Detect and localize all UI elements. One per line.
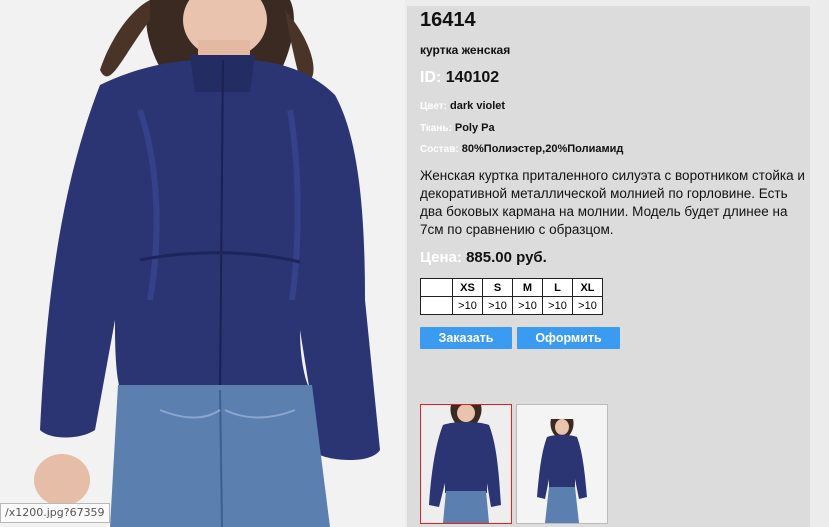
checkout-button[interactable]: Оформить [517,327,620,349]
size-header: XS [452,278,483,297]
composition-attribute: Состав: 80%Полиэстер,20%Полиамид [420,143,623,155]
thumbnail-image [517,405,607,523]
composition-value: 80%Полиэстер,20%Полиамид [461,143,624,155]
color-label: Цвет: [420,101,447,112]
product-name: куртка женская [420,43,511,57]
size-stock-cell: >10 [512,296,543,315]
fabric-label: Ткань: [420,123,452,134]
size-header: M [512,278,543,297]
product-code: 16414 [420,9,476,31]
composition-label: Состав: [420,144,459,155]
thumbnail-2[interactable] [516,404,608,524]
fabric-value: Poly Pa [454,122,495,134]
size-header: XL [572,278,603,297]
product-id: ID: 140102 [420,69,499,87]
model-illustration [34,0,380,527]
size-stock-row: >10 >10 >10 >10 >10 [420,296,603,315]
size-stock-cell: >10 [542,296,573,315]
product-description: Женская куртка приталенного силуэта с во… [420,168,805,237]
size-header: L [542,278,573,297]
product-price: Цена: 885.00 руб. [420,249,547,266]
size-stock-cell: >10 [452,296,483,315]
size-stock-cell: >10 [482,296,513,315]
size-table: XS S M L XL >10 >10 >10 >10 >10 [420,278,603,315]
order-button[interactable]: Заказать [420,327,512,349]
color-attribute: Цвет: dark violet [420,100,505,112]
color-value: dark violet [450,100,506,112]
size-corner-cell [420,278,453,297]
product-info-panel: 16414 куртка женская ID: 140102 Цвет: da… [407,6,810,527]
id-value: 140102 [445,69,500,86]
size-header: S [482,278,513,297]
price-label: Цена: [420,249,462,266]
size-stock-cell: >10 [572,296,603,315]
fabric-attribute: Ткань: Poly Pa [420,122,495,134]
thumbnail-image [421,405,511,523]
id-label: ID: [420,69,442,86]
price-value: 885.00 руб. [466,249,547,266]
size-header-row: XS S M L XL [420,278,603,297]
url-tooltip: /x1200.jpg?67359 [0,503,110,523]
size-row-label-cell [420,296,453,315]
thumbnail-1[interactable] [420,404,512,524]
main-product-photo[interactable]: /x1200.jpg?67359 [0,0,405,527]
